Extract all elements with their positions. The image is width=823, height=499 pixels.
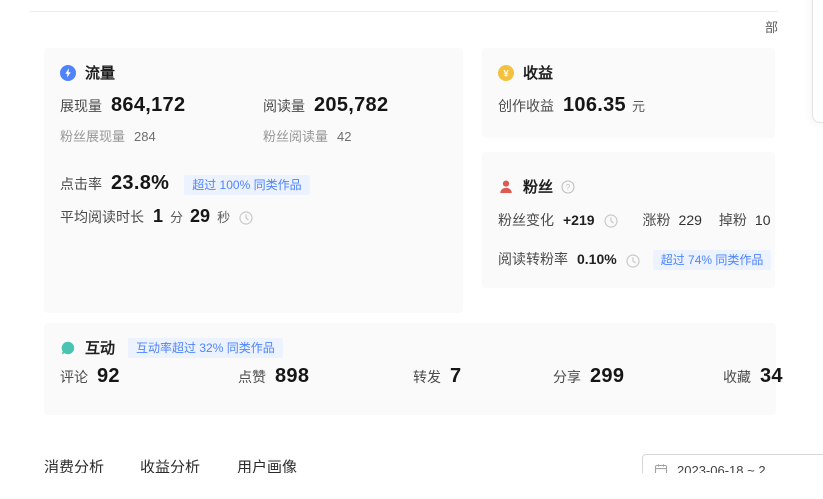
fan-loss-label: 掉粉 [719, 210, 747, 230]
traffic-card: 流量 展现量 864,172 阅读量 205,782 粉丝展现量 284 粉丝阅… [44, 48, 463, 313]
fan-change-label: 粉丝变化 [498, 210, 554, 230]
clock-icon[interactable] [604, 214, 618, 228]
top-right-clipped-text: 部 [765, 17, 778, 36]
chat-bubble-icon [60, 340, 76, 356]
person-icon [498, 179, 514, 195]
conversion-benchmark-badge: 超过 74% 同类作品 [653, 250, 772, 270]
likes-value: 898 [275, 365, 309, 388]
ctr-label: 点击率 [60, 174, 102, 194]
read-time-metric: 平均阅读时长 1 分 29 秒 [60, 206, 253, 227]
fan-reads-metric: 粉丝阅读量 42 [263, 126, 351, 145]
shares-metric: 分享 299 [553, 365, 624, 388]
analytics-dashboard: 部 流量 展现量 864,172 阅读量 205,782 粉丝展现量 284 粉… [0, 0, 823, 499]
date-range-picker[interactable]: 2023-06-18 ~ 2 [642, 454, 823, 473]
traffic-card-title: 流量 [85, 62, 115, 83]
fans-card: 粉丝 ? 粉丝变化 +219 涨粉 229 掉粉 10 阅读转粉率 0.10% [482, 152, 775, 288]
traffic-card-header: 流量 [60, 62, 115, 83]
fan-gain-metric: 涨粉 229 [643, 210, 702, 230]
creation-income-unit: 元 [632, 96, 645, 115]
fan-impressions-metric: 粉丝展现量 284 [60, 126, 156, 145]
read-time-label: 平均阅读时长 [60, 207, 144, 227]
creation-income-label: 创作收益 [498, 96, 554, 116]
reads-value: 205,782 [314, 94, 388, 117]
calendar-icon [654, 463, 668, 473]
reads-metric: 阅读量 205,782 [263, 94, 388, 117]
interaction-card-title: 互动 [85, 337, 115, 358]
fan-change-value: +219 [563, 212, 595, 228]
favorites-label: 收藏 [723, 367, 751, 387]
read-time-minutes-unit: 分 [170, 207, 183, 226]
reposts-value: 7 [450, 365, 461, 388]
svg-text:?: ? [566, 183, 571, 192]
read-time-minutes: 1 [153, 206, 163, 227]
fan-gain-value: 229 [679, 212, 702, 228]
floating-panel-edge [812, 0, 823, 123]
reposts-label: 转发 [413, 367, 441, 387]
interaction-card-header: 互动 互动率超过 32% 同类作品 [60, 337, 283, 358]
fan-impressions-label: 粉丝展现量 [60, 126, 125, 145]
fan-loss-value: 10 [755, 212, 771, 228]
clock-icon[interactable] [239, 211, 253, 225]
ctr-metric: 点击率 23.8% 超过 100% 同类作品 [60, 172, 310, 195]
lightning-icon [60, 65, 76, 81]
fan-impressions-value: 284 [134, 129, 156, 144]
comments-label: 评论 [60, 367, 88, 387]
comments-value: 92 [97, 365, 120, 388]
fan-loss-metric: 掉粉 10 [719, 210, 771, 230]
bottom-section: 消费分析 收益分析 用户画像 2023-06-18 ~ 2 [0, 446, 823, 473]
revenue-card-title: 收益 [523, 62, 553, 83]
favorites-metric: 收藏 34 [723, 365, 783, 388]
impressions-label: 展现量 [60, 96, 102, 116]
tab-consumption-analysis[interactable]: 消费分析 [44, 456, 104, 473]
top-divider [30, 11, 778, 12]
conversion-label: 阅读转粉率 [498, 249, 568, 269]
shares-label: 分享 [553, 367, 581, 387]
fan-change-row: 粉丝变化 +219 涨粉 229 掉粉 10 [498, 210, 770, 230]
conversion-value: 0.10% [577, 251, 617, 267]
likes-metric: 点赞 898 [238, 365, 309, 388]
fan-reads-label: 粉丝阅读量 [263, 126, 328, 145]
read-time-seconds: 29 [190, 206, 210, 227]
clock-icon[interactable] [626, 254, 640, 268]
likes-label: 点赞 [238, 367, 266, 387]
favorites-value: 34 [760, 365, 783, 388]
ctr-benchmark-badge: 超过 100% 同类作品 [184, 175, 309, 195]
fans-card-title: 粉丝 [523, 176, 553, 197]
fan-reads-value: 42 [337, 129, 351, 144]
creation-income-metric: 创作收益 106.35 元 [498, 94, 645, 117]
creation-income-value: 106.35 [563, 94, 626, 117]
conversion-row: 阅读转粉率 0.10% 超过 74% 同类作品 [498, 249, 771, 270]
fan-gain-label: 涨粉 [643, 210, 671, 230]
interaction-benchmark-badge: 互动率超过 32% 同类作品 [128, 338, 283, 358]
reposts-metric: 转发 7 [413, 365, 461, 388]
date-range-value: 2023-06-18 ~ 2 [677, 463, 766, 474]
fans-card-header: 粉丝 ? [498, 176, 575, 197]
reads-label: 阅读量 [263, 96, 305, 116]
comments-metric: 评论 92 [60, 365, 120, 388]
revenue-card: ¥ 收益 创作收益 106.35 元 [482, 48, 775, 138]
impressions-value: 864,172 [111, 94, 185, 117]
ctr-value: 23.8% [111, 172, 169, 195]
tab-user-portrait[interactable]: 用户画像 [237, 456, 297, 473]
impressions-metric: 展现量 864,172 [60, 94, 185, 117]
interaction-card: 互动 互动率超过 32% 同类作品 评论 92 点赞 898 转发 7 分享 2… [44, 323, 776, 415]
help-icon[interactable]: ? [561, 180, 575, 194]
revenue-card-header: ¥ 收益 [498, 62, 553, 83]
tab-revenue-analysis[interactable]: 收益分析 [140, 456, 200, 473]
shares-value: 299 [590, 365, 624, 388]
svg-text:¥: ¥ [503, 68, 509, 79]
coin-icon: ¥ [498, 65, 514, 81]
read-time-seconds-unit: 秒 [217, 207, 230, 226]
